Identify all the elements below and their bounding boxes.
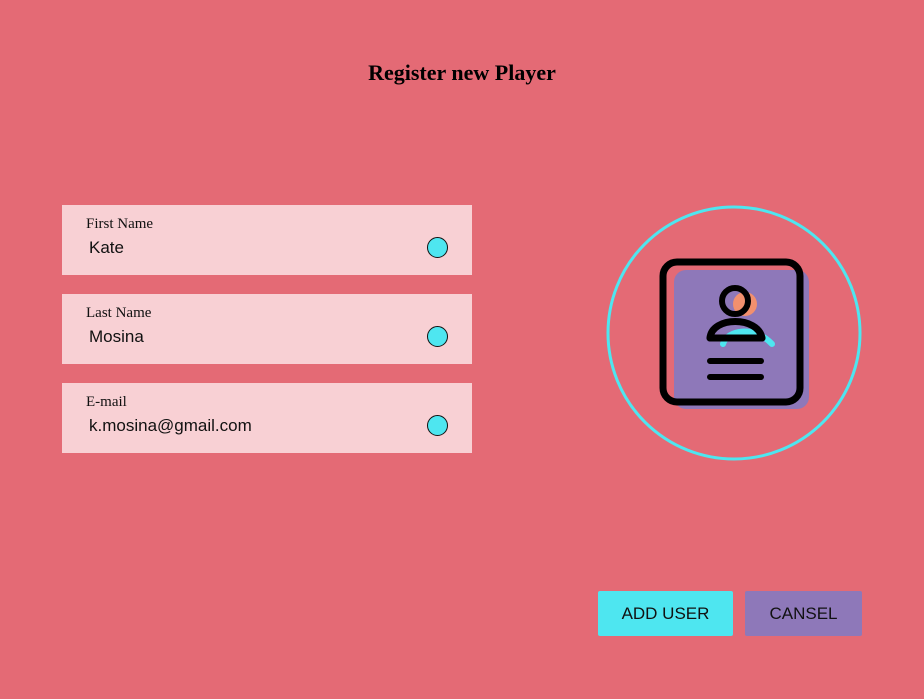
email-field[interactable]: E-mail bbox=[62, 383, 472, 453]
email-label: E-mail bbox=[86, 394, 127, 410]
first-name-status-icon bbox=[427, 237, 448, 258]
page-title: Register new Player bbox=[368, 60, 556, 85]
first-name-label: First Name bbox=[86, 216, 154, 232]
last-name-label: Last Name bbox=[86, 305, 152, 321]
first-name-field[interactable]: First Name bbox=[62, 205, 472, 275]
cancel-button[interactable]: CANSEL bbox=[745, 591, 862, 636]
last-name-input[interactable] bbox=[86, 325, 419, 349]
last-name-status-icon bbox=[427, 326, 448, 347]
first-name-input[interactable] bbox=[86, 236, 419, 260]
add-user-button[interactable]: ADD USER bbox=[598, 591, 733, 636]
avatar[interactable] bbox=[606, 205, 862, 461]
last-name-field[interactable]: Last Name bbox=[62, 294, 472, 364]
email-input[interactable] bbox=[86, 414, 419, 438]
email-status-icon bbox=[427, 415, 448, 436]
user-profile-card-icon bbox=[606, 205, 862, 461]
